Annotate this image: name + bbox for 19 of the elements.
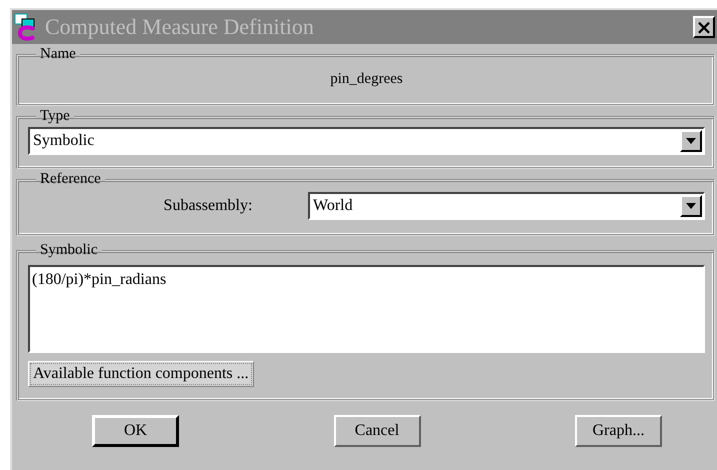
dialog-button[interactable]: Graph... <box>575 415 662 447</box>
dropdown-arrow-icon <box>686 203 696 209</box>
group-label: Name <box>39 46 77 63</box>
dropdown-arrow-icon <box>686 138 696 144</box>
group-label: Type <box>39 108 71 125</box>
subassembly-dropdown[interactable]: World <box>308 192 705 220</box>
type-dropdown[interactable]: Symbolic <box>28 127 705 155</box>
dropdown-button[interactable] <box>680 130 702 152</box>
group-label: Symbolic <box>39 242 99 259</box>
dialog-button[interactable]: Cancel <box>334 415 420 447</box>
name-value: pin_degrees <box>329 70 404 89</box>
dialog-button[interactable]: OK <box>92 415 179 447</box>
close-button[interactable]: × <box>693 16 715 38</box>
window-title: Computed Measure Definition <box>45 14 315 40</box>
function-components-button[interactable]: Available function components ... <box>28 361 254 387</box>
field-label: Subassembly: <box>164 197 252 215</box>
group-label: Reference <box>39 171 102 188</box>
dropdown-button[interactable] <box>680 195 702 217</box>
expression-field[interactable]: (180/pi)*pin_radians <box>28 265 705 353</box>
